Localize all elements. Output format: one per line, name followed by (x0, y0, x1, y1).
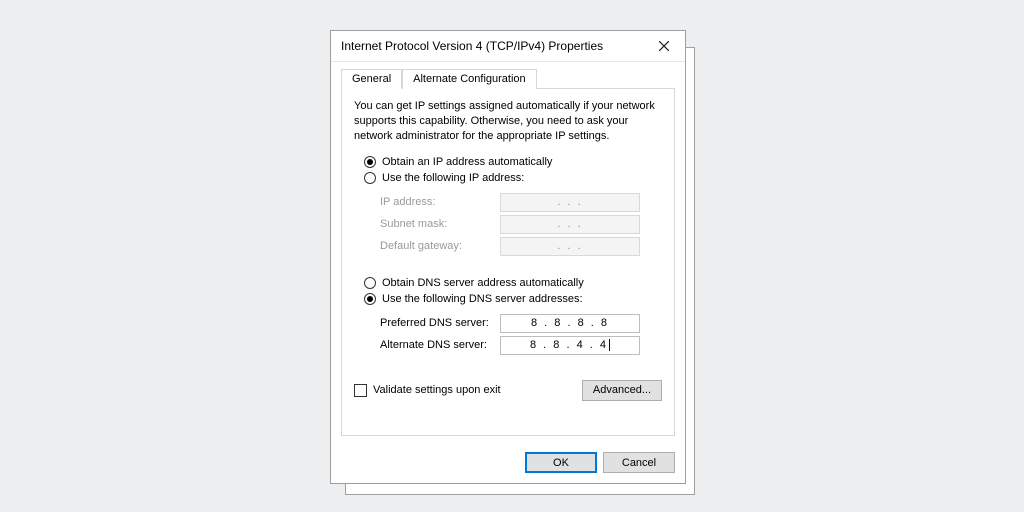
alternate-dns-input[interactable]: 8 . 8 . 4 . 4 (500, 336, 640, 355)
alternate-dns-row: Alternate DNS server: 8 . 8 . 4 . 4 (380, 336, 662, 355)
description-text: You can get IP settings assigned automat… (354, 99, 662, 144)
dns-fields: Preferred DNS server: 8 . 8 . 8 . 8 Alte… (380, 311, 662, 358)
checkbox-icon (354, 384, 367, 397)
dns-manual-radio-row[interactable]: Use the following DNS server addresses: (364, 293, 662, 305)
radio-icon (364, 172, 376, 184)
ok-button[interactable]: OK (525, 452, 597, 473)
tab-general[interactable]: General (341, 69, 402, 89)
tabstrip: General Alternate Configuration (341, 68, 675, 88)
ip-address-row: IP address: . . . (380, 193, 662, 212)
close-icon (659, 41, 669, 51)
ip-auto-label: Obtain an IP address automatically (382, 156, 552, 168)
ip-manual-label: Use the following IP address: (382, 172, 524, 184)
radio-icon (364, 293, 376, 305)
subnet-mask-label: Subnet mask: (380, 218, 500, 230)
dialog-footer: OK Cancel (331, 444, 685, 483)
panel-bottom-row: Validate settings upon exit Advanced... (354, 380, 662, 401)
subnet-mask-row: Subnet mask: . . . (380, 215, 662, 234)
radio-icon (364, 277, 376, 289)
preferred-dns-row: Preferred DNS server: 8 . 8 . 8 . 8 (380, 314, 662, 333)
titlebar: Internet Protocol Version 4 (TCP/IPv4) P… (331, 31, 685, 62)
default-gateway-label: Default gateway: (380, 240, 500, 252)
ip-fields: IP address: . . . Subnet mask: . . . Def… (380, 190, 662, 259)
radio-icon (364, 156, 376, 168)
dns-auto-label: Obtain DNS server address automatically (382, 277, 584, 289)
validate-label: Validate settings upon exit (373, 384, 501, 396)
default-gateway-row: Default gateway: . . . (380, 237, 662, 256)
tab-alternate-configuration[interactable]: Alternate Configuration (402, 69, 537, 89)
default-gateway-input: . . . (500, 237, 640, 256)
advanced-button[interactable]: Advanced... (582, 380, 662, 401)
dialog-title: Internet Protocol Version 4 (TCP/IPv4) P… (341, 39, 645, 53)
ip-address-label: IP address: (380, 196, 500, 208)
tab-panel-general: You can get IP settings assigned automat… (341, 88, 675, 436)
ip-auto-radio-row[interactable]: Obtain an IP address automatically (364, 156, 662, 168)
preferred-dns-input[interactable]: 8 . 8 . 8 . 8 (500, 314, 640, 333)
cancel-button[interactable]: Cancel (603, 452, 675, 473)
validate-checkbox-row[interactable]: Validate settings upon exit (354, 384, 501, 397)
dns-auto-radio-row[interactable]: Obtain DNS server address automatically (364, 277, 662, 289)
close-button[interactable] (645, 32, 683, 60)
ip-address-input: . . . (500, 193, 640, 212)
ip-manual-radio-row[interactable]: Use the following IP address: (364, 172, 662, 184)
subnet-mask-input: . . . (500, 215, 640, 234)
dialog-body: General Alternate Configuration You can … (331, 62, 685, 444)
dns-manual-label: Use the following DNS server addresses: (382, 293, 583, 305)
alternate-dns-label: Alternate DNS server: (380, 339, 500, 351)
preferred-dns-label: Preferred DNS server: (380, 317, 500, 329)
ipv4-properties-dialog: Internet Protocol Version 4 (TCP/IPv4) P… (330, 30, 686, 484)
